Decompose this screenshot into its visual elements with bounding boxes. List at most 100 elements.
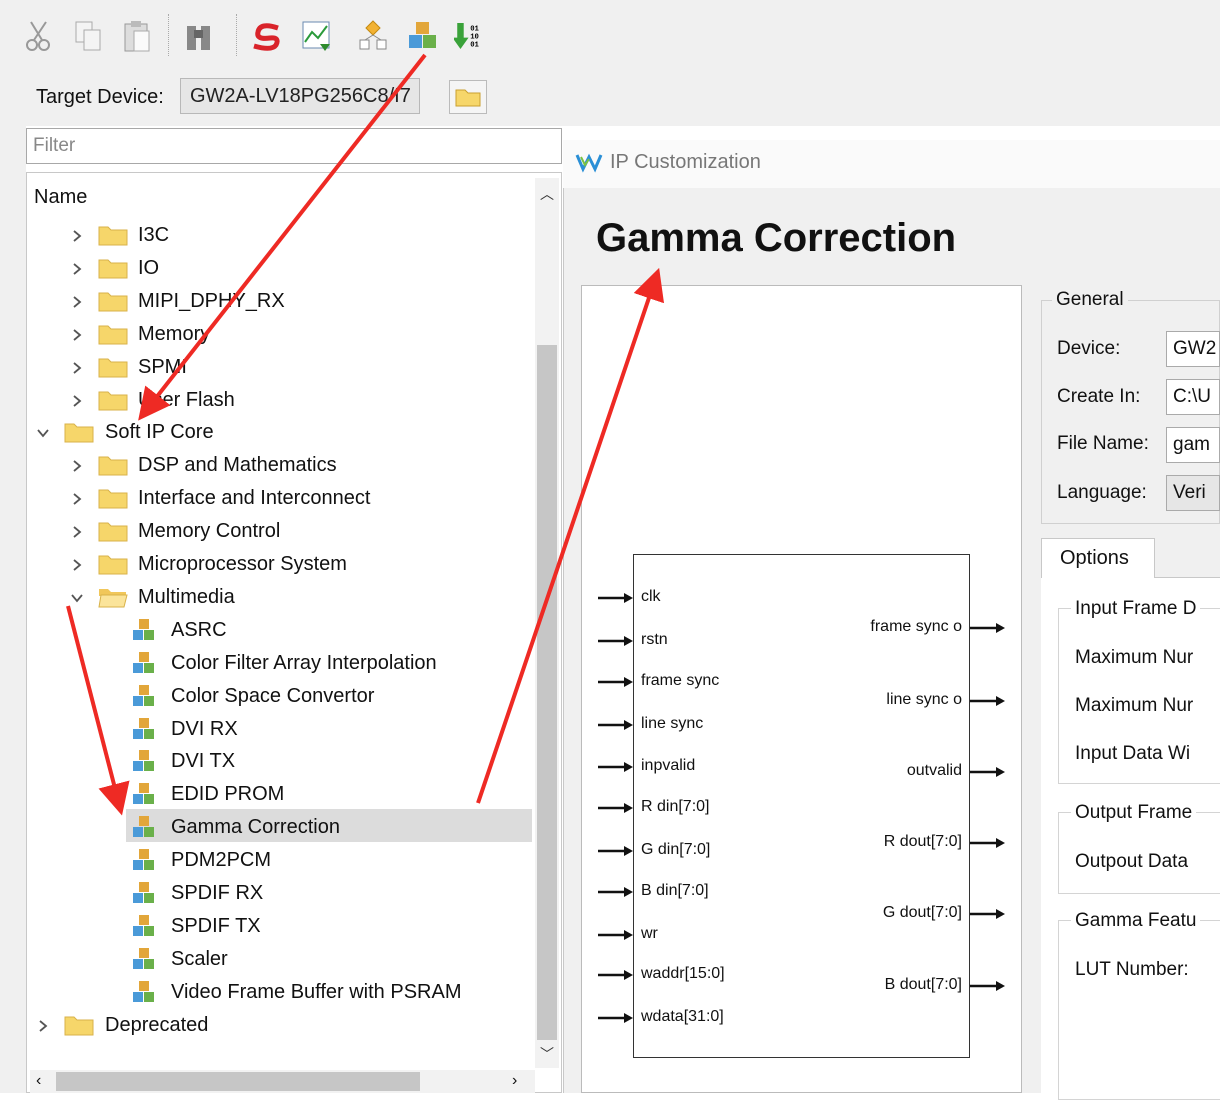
chevron-right-icon[interactable] xyxy=(70,262,84,276)
max-num-label-1: Maximum Nur xyxy=(1075,647,1194,668)
program-device-icon[interactable]: 011001 xyxy=(454,18,488,54)
tree-item-deprecated[interactable]: Deprecated xyxy=(105,1009,208,1042)
tree-item-spdif-tx[interactable]: SPDIF TX xyxy=(171,910,261,943)
chevron-right-icon[interactable] xyxy=(70,295,84,309)
tree-item-multimedia[interactable]: Multimedia xyxy=(138,581,235,614)
tree-item-asrc[interactable]: ASRC xyxy=(171,614,227,647)
max-num-label-2: Maximum Nur xyxy=(1075,695,1194,716)
dialog-title: IP Customization xyxy=(610,151,761,173)
tree-item-color-space-convertor[interactable]: Color Space Convertor xyxy=(171,680,374,713)
tab-options[interactable]: Options xyxy=(1041,538,1155,578)
paste-icon[interactable] xyxy=(120,18,154,54)
tree-item-dvi-tx[interactable]: DVI TX xyxy=(171,745,235,778)
output-port-arrow-icon xyxy=(970,696,1005,706)
floorplanner-icon[interactable] xyxy=(356,18,390,54)
device-field[interactable]: GW2 xyxy=(1166,331,1220,367)
output-frame-title: Output Frame xyxy=(1071,802,1197,824)
chevron-right-icon[interactable] xyxy=(70,229,84,243)
browse-folder-button[interactable] xyxy=(449,80,487,114)
tree-item-dvi-rx[interactable]: DVI RX xyxy=(171,713,238,746)
svg-text:10: 10 xyxy=(470,33,479,41)
input-frame-title: Input Frame D xyxy=(1071,598,1201,620)
scroll-right-icon[interactable]: › xyxy=(512,1072,517,1090)
timing-icon[interactable] xyxy=(300,18,334,54)
ip-core-icon xyxy=(133,718,154,739)
input-port-arrow-icon xyxy=(598,762,633,772)
output-port-arrow-icon xyxy=(970,838,1005,848)
tree-item-memory-control[interactable]: Memory Control xyxy=(138,515,280,548)
copy-icon[interactable] xyxy=(72,18,106,54)
target-device-field[interactable]: GW2A-LV18PG256C8/I7 xyxy=(180,78,420,114)
ip-core-icon xyxy=(133,783,154,804)
chevron-down-icon[interactable] xyxy=(70,591,84,605)
input-port-arrow-icon xyxy=(598,887,633,897)
synthesize-icon[interactable] xyxy=(250,18,284,54)
chevron-right-icon[interactable] xyxy=(70,558,84,572)
input-port-label: waddr[15:0] xyxy=(641,965,725,982)
gamma-feature-group xyxy=(1058,920,1220,1100)
tree-item-soft-ip-core[interactable]: Soft IP Core xyxy=(105,416,214,449)
toolbar: 01 10 01 xyxy=(0,0,1220,68)
output-port-label: outvalid xyxy=(906,762,962,779)
input-port-label: frame sync xyxy=(641,672,720,689)
tree-item-i3c[interactable]: I3C xyxy=(138,219,169,252)
input-port-label: line sync xyxy=(641,715,704,732)
tree-item-video-frame-buffer-with-psram[interactable]: Video Frame Buffer with PSRAM xyxy=(171,976,462,1009)
tree-item-dsp-and-mathematics[interactable]: DSP and Mathematics xyxy=(138,449,337,482)
create-in-field[interactable]: C:\U xyxy=(1166,379,1220,415)
tree-item-spdif-rx[interactable]: SPDIF RX xyxy=(171,877,263,910)
gamma-feature-title: Gamma Featu xyxy=(1071,910,1201,932)
tree-item-gamma-correction[interactable]: Gamma Correction xyxy=(171,811,340,844)
chevron-right-icon[interactable] xyxy=(70,459,84,473)
folder-icon xyxy=(98,259,128,279)
ip-core-icon xyxy=(133,816,154,837)
scroll-down-icon[interactable]: ﹀ xyxy=(540,1044,554,1064)
folder-icon xyxy=(64,423,94,443)
ip-core-icon xyxy=(133,915,154,936)
tree-scroll-thumb[interactable] xyxy=(537,345,557,1040)
tree-item-edid-prom[interactable]: EDID PROM xyxy=(171,778,284,811)
chevron-right-icon[interactable] xyxy=(70,328,84,342)
scroll-up-icon[interactable]: ︿ xyxy=(540,184,554,204)
output-port-arrow-icon xyxy=(970,767,1005,777)
chevron-right-icon[interactable] xyxy=(70,492,84,506)
tree-item-color-filter-array-interpolation[interactable]: Color Filter Array Interpolation xyxy=(171,647,437,680)
scroll-left-icon[interactable]: ‹ xyxy=(36,1072,41,1090)
output-port-arrow-icon xyxy=(970,909,1005,919)
input-port-arrow-icon xyxy=(598,593,633,603)
ip-core-icon xyxy=(133,849,154,870)
tree-item-spmi[interactable]: SPMI xyxy=(138,351,187,384)
language-select[interactable]: Veri xyxy=(1166,475,1220,511)
folder-icon xyxy=(98,456,128,476)
tree-item-mipi-dphy-rx[interactable]: MIPI_DPHY_RX xyxy=(138,285,285,318)
input-port-arrow-icon xyxy=(598,720,633,730)
ip-core-generator-icon[interactable] xyxy=(406,18,440,54)
output-port-label: G dout[7:0] xyxy=(882,904,962,921)
chevron-right-icon[interactable] xyxy=(70,525,84,539)
output-port-label: B dout[7:0] xyxy=(884,976,962,993)
ip-core-icon xyxy=(133,981,154,1002)
tree-item-interface-and-interconnect[interactable]: Interface and Interconnect xyxy=(138,482,370,515)
file-name-field[interactable]: gam xyxy=(1166,427,1220,463)
binoculars-icon[interactable] xyxy=(182,18,216,54)
chevron-right-icon[interactable] xyxy=(70,394,84,408)
tree-item-memory[interactable]: Memory xyxy=(138,318,210,351)
tree-hscroll-thumb[interactable] xyxy=(56,1072,420,1091)
tree-item-microprocessor-system[interactable]: Microprocessor System xyxy=(138,548,347,581)
input-port-arrow-icon xyxy=(598,930,633,940)
ip-core-icon xyxy=(133,882,154,903)
chevron-down-icon[interactable] xyxy=(36,426,50,440)
gowin-logo-icon xyxy=(575,153,603,173)
chevron-right-icon[interactable] xyxy=(36,1019,50,1033)
tree-item-user-flash[interactable]: User Flash xyxy=(138,384,235,417)
folder-open-icon xyxy=(98,589,128,608)
cut-icon[interactable] xyxy=(22,18,56,54)
input-port-label: B din[7:0] xyxy=(641,882,709,899)
filter-input[interactable]: Filter xyxy=(26,128,562,164)
tree-item-pdm2pcm[interactable]: PDM2PCM xyxy=(171,844,271,877)
chevron-right-icon[interactable] xyxy=(70,361,84,375)
create-in-label: Create In: xyxy=(1057,386,1141,407)
tree-item-scaler[interactable]: Scaler xyxy=(171,943,228,976)
tree-item-io[interactable]: IO xyxy=(138,252,159,285)
input-data-width-label: Input Data Wi xyxy=(1075,743,1191,764)
